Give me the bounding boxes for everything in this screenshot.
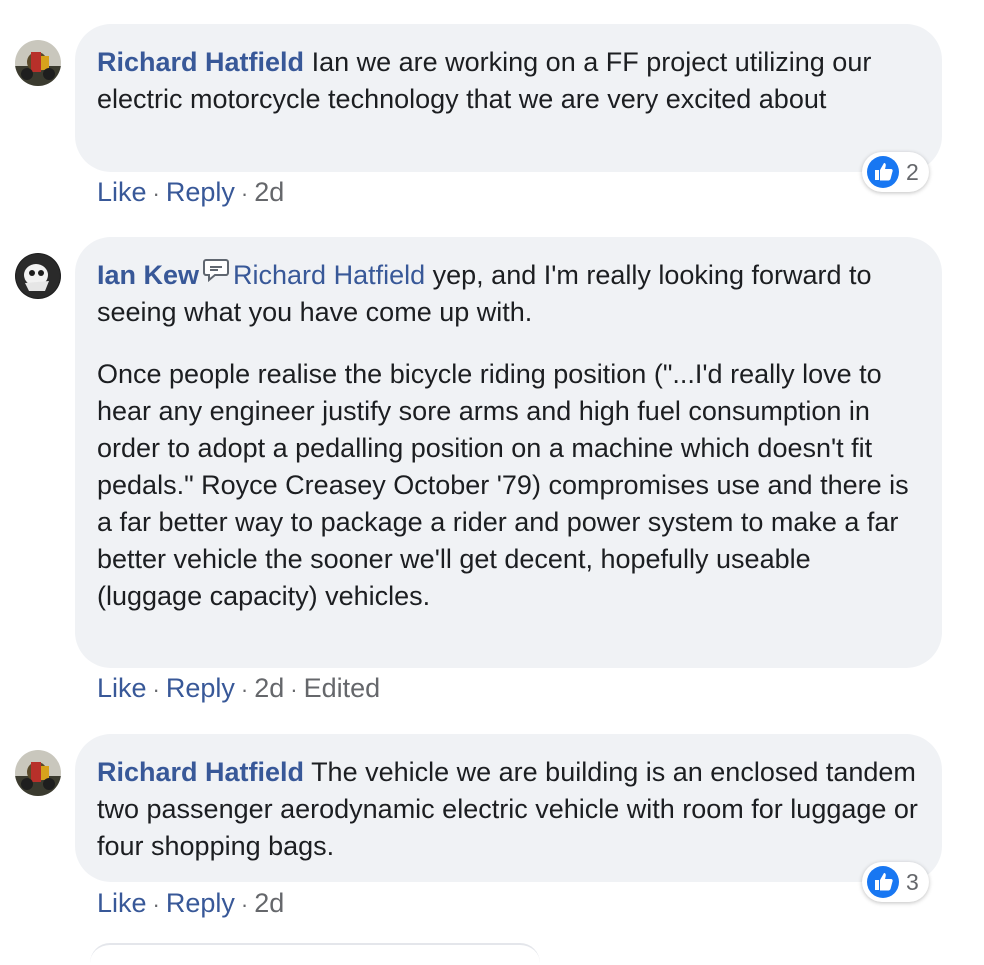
- reaction-count: 3: [906, 868, 919, 895]
- thumbs-up-icon: [867, 156, 899, 188]
- comment-bubble: Richard Hatfield The vehicle we are buil…: [75, 734, 942, 882]
- comment-bubble: Ian Kew Richard Hatfield yep, and I'm rea…: [75, 237, 942, 668]
- comment-text: Once people realise the bicycle riding p…: [97, 359, 909, 611]
- like-link[interactable]: Like: [97, 177, 147, 207]
- author-name[interactable]: Richard Hatfield: [97, 47, 304, 77]
- reaction-summary[interactable]: 3: [862, 862, 929, 902]
- messenger-icon: [203, 255, 230, 292]
- avatar-photo-icon: [15, 253, 61, 299]
- like-link[interactable]: Like: [97, 673, 147, 703]
- next-comment-bubble-edge: [90, 943, 540, 965]
- comment-actions: Like · Reply · 2d · Edited: [97, 673, 381, 703]
- mention-link[interactable]: Richard Hatfield: [233, 260, 425, 290]
- timestamp[interactable]: 2d: [254, 177, 284, 207]
- avatar[interactable]: [15, 750, 61, 796]
- timestamp[interactable]: 2d: [254, 888, 284, 918]
- avatar[interactable]: [15, 40, 61, 86]
- reply-link[interactable]: Reply: [166, 888, 235, 918]
- reaction-count: 2: [906, 158, 919, 185]
- edited-label[interactable]: Edited: [304, 673, 381, 703]
- author-name[interactable]: Richard Hatfield: [97, 757, 304, 787]
- timestamp[interactable]: 2d: [254, 673, 284, 703]
- avatar-photo-icon: [15, 40, 61, 86]
- reply-link[interactable]: Reply: [166, 673, 235, 703]
- thumbs-up-icon: [867, 866, 899, 898]
- avatar-photo-icon: [15, 750, 61, 796]
- reply-link[interactable]: Reply: [166, 177, 235, 207]
- avatar[interactable]: [15, 253, 61, 299]
- comment-actions: Like · Reply · 2d: [97, 888, 285, 918]
- like-link[interactable]: Like: [97, 888, 147, 918]
- reaction-summary[interactable]: 2: [862, 152, 929, 192]
- author-name[interactable]: Ian Kew: [97, 260, 199, 290]
- comment-bubble: Richard Hatfield Ian we are working on a…: [75, 24, 942, 172]
- comment-actions: Like · Reply · 2d: [97, 177, 285, 207]
